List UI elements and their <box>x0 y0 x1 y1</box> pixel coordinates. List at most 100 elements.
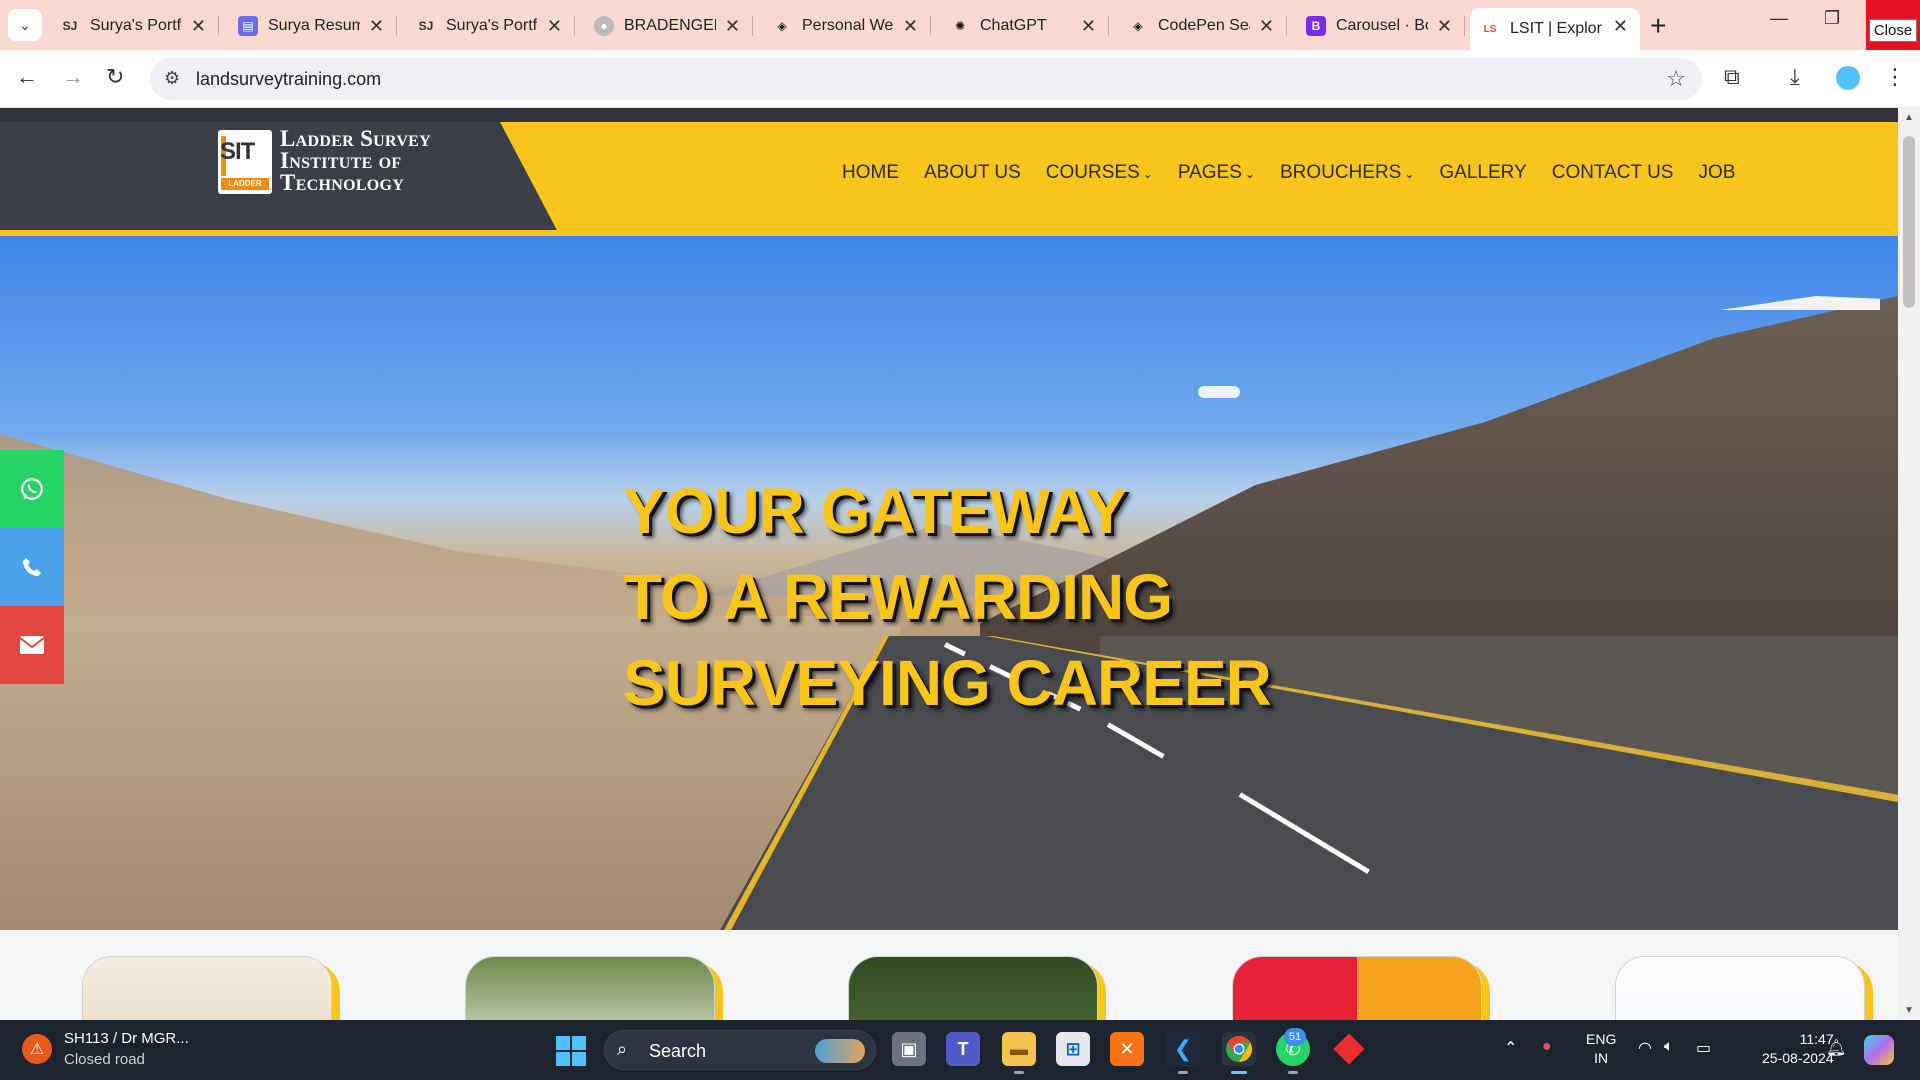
nav-job[interactable]: JOB <box>1698 162 1735 184</box>
battery-icon[interactable]: ▭ <box>1696 1038 1711 1058</box>
menu-kebab-icon[interactable]: ⋮ <box>1884 64 1906 90</box>
whatsapp-button[interactable] <box>0 450 64 528</box>
nav-about-us[interactable]: ABOUT US <box>924 162 1021 184</box>
hero-line: YOUR GATEWAY <box>623 475 1128 547</box>
logo-ladder-label: LADDER <box>221 178 269 190</box>
hero-line: TO A REWARDING <box>623 561 1173 633</box>
nav-contact-us[interactable]: CONTACT US <box>1552 162 1674 184</box>
tab-title: BRADENGELH <box>624 17 716 34</box>
xampp-icon[interactable]: ✕ <box>1110 1032 1144 1066</box>
microsoft-store-icon[interactable]: ⊞ <box>1056 1032 1090 1066</box>
tab-personal-web[interactable]: ◈ Personal Web ✕ <box>762 8 931 44</box>
chrome-icon[interactable] <box>1222 1032 1256 1074</box>
hero-cloud <box>1198 386 1240 398</box>
reload-icon[interactable]: ↻ <box>106 64 124 90</box>
close-icon[interactable]: ✕ <box>903 16 918 37</box>
tab-surya-portfolio-1[interactable]: SJ Surya's Portfolio ✕ <box>50 8 219 44</box>
language-indicator[interactable]: ENG IN <box>1586 1030 1616 1068</box>
course-card[interactable] <box>848 956 1098 1020</box>
site-logo[interactable]: SIT LADDER <box>218 130 272 194</box>
taskbar-clock[interactable]: 11:47 25-08-2024 <box>1762 1030 1834 1068</box>
url-text[interactable]: landsurveytraining.com <box>196 69 381 90</box>
close-icon[interactable]: ✕ <box>1259 16 1274 37</box>
page-scrollbar[interactable]: ▲ ▼ <box>1898 108 1920 1020</box>
course-card[interactable] <box>1615 956 1865 1020</box>
close-icon[interactable]: ✕ <box>191 16 206 37</box>
minimize-icon[interactable]: — <box>1770 8 1788 29</box>
nav-home[interactable]: HOME <box>842 162 899 184</box>
anydesk-diamond <box>1333 1033 1365 1065</box>
address-bar[interactable]: ⚙ landsurveytraining.com ☆ <box>150 58 1702 100</box>
close-icon[interactable]: ✕ <box>725 16 740 37</box>
site-info-icon[interactable]: ⚙ <box>164 68 180 89</box>
tab-title: Surya's Portfolio <box>90 17 182 34</box>
taskbar-search[interactable]: ⌕ Search <box>604 1030 876 1070</box>
course-card[interactable] <box>82 956 332 1020</box>
codepen-icon: ◈ <box>777 19 787 33</box>
tab-chatgpt[interactable]: ✺ ChatGPT ✕ <box>940 8 1109 44</box>
extensions-icon[interactable]: ⧉ <box>1724 64 1740 90</box>
site-header: SIT LADDER Ladder Survey Institute of Te… <box>0 108 1898 236</box>
phone-button[interactable] <box>0 528 64 606</box>
scroll-down-icon[interactable]: ▼ <box>1904 1005 1914 1016</box>
window-close-button[interactable]: Close <box>1866 0 1920 50</box>
browser-toolbar: ← → ↻ ⚙ landsurveytraining.com ☆ ⧉ ⤓ ⋮ <box>0 50 1920 108</box>
close-icon[interactable]: ✕ <box>1437 16 1452 37</box>
chevron-down-icon: ⌄ <box>1404 167 1415 181</box>
scrollbar-thumb[interactable] <box>1903 136 1915 308</box>
tab-carousel-bootstrap[interactable]: B Carousel · Bo ✕ <box>1296 8 1465 44</box>
language-code: ENG <box>1586 1031 1617 1047</box>
site-brand-name[interactable]: Ladder Survey Institute of Technology <box>280 127 431 194</box>
copilot-icon[interactable] <box>1864 1035 1894 1065</box>
hero-headline: YOUR GATEWAY TO A REWARDING SURVEYING CA… <box>623 468 1272 726</box>
vscode-icon[interactable]: ❮ <box>1166 1032 1200 1074</box>
traffic-widget-title[interactable]: SH113 / Dr MGR... <box>64 1030 189 1047</box>
close-icon[interactable]: ✕ <box>1613 16 1628 37</box>
nav-gallery[interactable]: GALLERY <box>1439 162 1526 184</box>
scroll-up-icon[interactable]: ▲ <box>1904 112 1914 123</box>
tab-surya-resume[interactable]: ▤ Surya Resume ✕ <box>228 8 397 44</box>
tab-search-button[interactable]: ⌄ <box>8 9 42 41</box>
close-icon[interactable]: ✕ <box>1081 16 1096 37</box>
volume-icon[interactable]: 🔈︎ <box>1664 1038 1674 1056</box>
tab-surya-portfolio-2[interactable]: SJ Surya's Portfolio ✕ <box>406 8 575 44</box>
email-button[interactable] <box>0 606 64 684</box>
nav-brouchers[interactable]: BROUCHERS ⌄ <box>1280 162 1414 184</box>
card-image <box>466 957 714 1020</box>
hero-line: SURVEYING CAREER <box>623 647 1272 719</box>
nav-label: ABOUT US <box>924 162 1021 183</box>
bookmark-star-icon[interactable]: ☆ <box>1666 66 1686 92</box>
nav-courses[interactable]: COURSES ⌄ <box>1046 162 1153 184</box>
security-warning-icon[interactable]: ● <box>1542 1038 1552 1056</box>
close-icon[interactable]: ✕ <box>547 16 562 37</box>
notification-bell-icon[interactable]: 🔔︎ <box>1826 1038 1846 1058</box>
road-alert-icon[interactable]: ⚠ <box>22 1034 52 1064</box>
wifi-icon[interactable]: ◠ <box>1638 1038 1652 1058</box>
nav-pages[interactable]: PAGES ⌄ <box>1178 162 1255 184</box>
tab-favicon-sj: SJ <box>418 19 434 33</box>
download-icon[interactable]: ⤓ <box>1790 64 1800 90</box>
tab-title: Personal Web <box>802 17 894 34</box>
restore-icon[interactable]: ❐ <box>1824 8 1840 29</box>
nav-label: GALLERY <box>1439 162 1527 183</box>
back-icon[interactable]: ← <box>16 64 38 90</box>
start-button[interactable] <box>556 1036 586 1066</box>
new-tab-button[interactable]: + <box>1650 10 1666 42</box>
web-page: SIT LADDER Ladder Survey Institute of Te… <box>0 108 1898 1020</box>
tab-favicon-sj: SJ <box>62 19 78 33</box>
tab-bradengelh[interactable]: ● BRADENGELH ✕ <box>584 8 753 44</box>
teams-icon[interactable]: T <box>946 1032 980 1066</box>
email-icon <box>19 636 45 654</box>
task-view-icon[interactable]: ▣ <box>892 1032 926 1066</box>
nav-label: HOME <box>842 162 899 183</box>
anydesk-icon[interactable] <box>1332 1032 1366 1066</box>
course-card[interactable] <box>465 956 715 1020</box>
profile-avatar[interactable] <box>1836 66 1860 90</box>
close-icon[interactable]: ✕ <box>369 16 384 37</box>
tab-codepen-search[interactable]: ◈ CodePen Sear ✕ <box>1118 8 1287 44</box>
forward-icon[interactable]: → <box>62 64 84 90</box>
show-hidden-icons-icon[interactable]: ⌃ <box>1504 1038 1517 1058</box>
file-explorer-icon[interactable]: ▬ <box>1002 1032 1036 1074</box>
course-card[interactable] <box>1232 956 1482 1020</box>
tab-lsit-active[interactable]: LS LSIT | Explore ✕ <box>1470 8 1640 50</box>
